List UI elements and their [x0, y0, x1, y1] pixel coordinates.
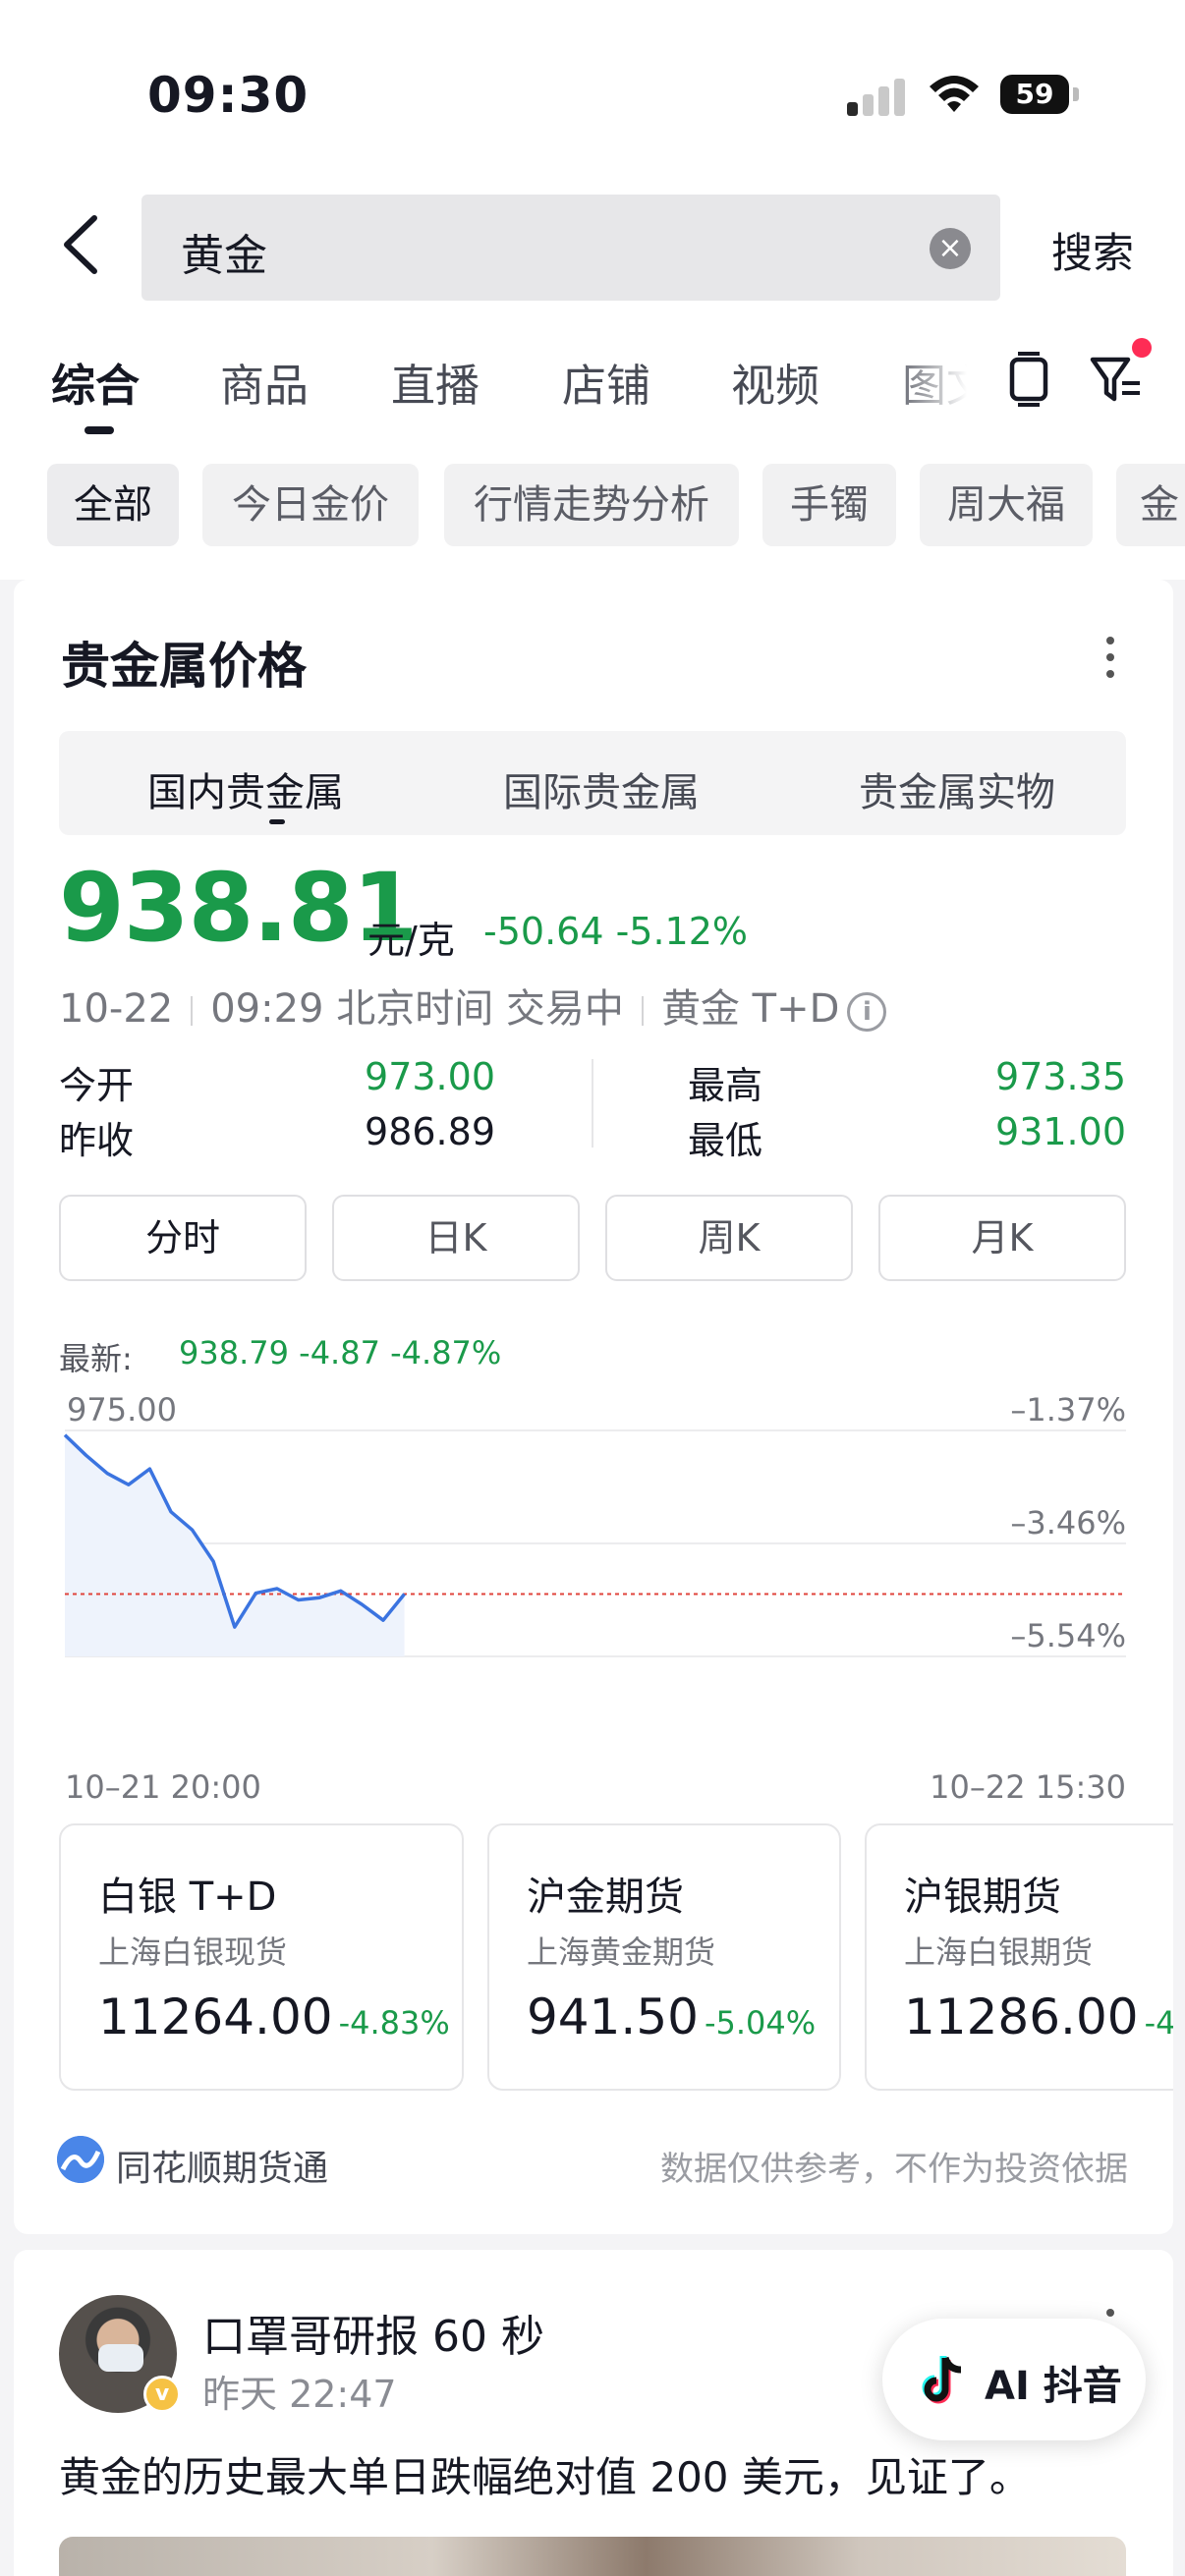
y-tick-left: 975.00	[67, 1391, 177, 1428]
price-change: -50.64 -5.12%	[483, 910, 749, 953]
related-card-gold-futures[interactable]: 沪金期货 上海黄金期货 941.50 -5.04%	[487, 1823, 841, 2091]
tab-live[interactable]: 直播	[391, 350, 480, 414]
metal-segment-control: 国内贵金属 国际贵金属 贵金属实物	[59, 731, 1126, 835]
related-card-silver-futures[interactable]: 沪银期货 上海白银期货 11286.00-4.8	[865, 1823, 1173, 2091]
related-price: 11286.00	[904, 1988, 1139, 2045]
douyin-logo-icon	[922, 2356, 962, 2404]
status-time: 09:30	[147, 67, 310, 124]
back-arrow-icon[interactable]	[57, 214, 106, 275]
segment-domestic[interactable]: 国内贵金属	[147, 760, 344, 817]
related-price-line: 11286.00-4.8	[904, 1988, 1173, 2045]
y-tick-right: –1.37%	[1010, 1391, 1126, 1428]
post-author[interactable]: 口罩哥研报 60 秒	[202, 2301, 544, 2364]
post-text[interactable]: 黄金的历史最大单日跌幅绝对值 200 美元，见证了。	[59, 2444, 1031, 2504]
search-query[interactable]: 黄金	[181, 220, 267, 283]
active-tab-indicator	[85, 426, 114, 434]
search-input[interactable]: 黄金 ×	[141, 195, 1000, 301]
filter-notification-dot	[1132, 338, 1152, 358]
price-unit: 元/克	[367, 919, 455, 962]
chip-gold[interactable]: 金	[1116, 464, 1185, 546]
filter-icon[interactable]	[1089, 352, 1144, 407]
chip-all[interactable]: 全部	[47, 464, 179, 546]
tab-comprehensive[interactable]: 综合	[51, 350, 140, 414]
high-value: 973.35	[995, 1055, 1126, 1098]
related-sub: 上海白银现货	[98, 1933, 288, 1971]
low-value: 931.00	[995, 1110, 1126, 1153]
info-icon[interactable]: i	[847, 992, 887, 1032]
ai-douyin-button[interactable]: AI 抖音	[882, 2319, 1146, 2440]
tab-shops[interactable]: 店铺	[562, 350, 650, 414]
period-monthly-k-button[interactable]: 月K	[878, 1195, 1126, 1281]
prev-close-label: 昨收	[59, 1119, 135, 1162]
ai-douyin-label: AI 抖音	[985, 2364, 1122, 2409]
y-tick-right: –3.46%	[1010, 1504, 1126, 1541]
avatar-mask	[98, 2344, 143, 2372]
data-source-name[interactable]: 同花顺期货通	[116, 2140, 328, 2191]
battery-icon: 59	[1000, 75, 1069, 114]
prev-close-value: 986.89	[365, 1110, 495, 1153]
card-title: 贵金属价格	[61, 638, 307, 695]
search-header: 黄金 × 搜索	[0, 187, 1185, 308]
related-name: 白银 T+D	[98, 1875, 277, 1920]
tab-fade	[884, 328, 1002, 417]
related-sub: 上海黄金期货	[527, 1933, 716, 1971]
category-tabs: 综合 商品 直播 店铺 视频 图文	[0, 308, 1185, 442]
related-price-line: 11264.00 -4.83%	[98, 1988, 450, 2045]
related-name: 沪金期货	[527, 1875, 684, 1920]
related-pct: -4.83%	[338, 2004, 450, 2042]
post-thumbnail[interactable]	[59, 2537, 1126, 2576]
chip-bracelet[interactable]: 手镯	[762, 464, 896, 546]
x-tick-start: 10–21 20:00	[65, 1768, 261, 1806]
chip-today-price[interactable]: 今日金价	[202, 464, 419, 546]
intraday-chart[interactable]: 975.00–1.37%950.00–3.46%925.00–5.54%	[14, 1385, 1173, 1680]
more-options-icon[interactable]	[1106, 637, 1116, 686]
period-daily-k-button[interactable]: 日K	[332, 1195, 580, 1281]
period-weekly-k-button[interactable]: 周K	[605, 1195, 853, 1281]
current-price: 938.81	[59, 853, 418, 963]
related-pct: -5.04%	[704, 2004, 817, 2042]
filter-chips: 全部 今日金价 行情走势分析 手镯 周大福 金	[0, 442, 1185, 580]
related-name: 沪银期货	[904, 1875, 1061, 1920]
related-price: 941.50	[527, 1988, 699, 2045]
ths-logo-icon	[57, 2136, 104, 2183]
low-label: 最低	[688, 1119, 763, 1162]
latest-value: 938.79 -4.87 -4.87%	[179, 1334, 502, 1372]
segment-international[interactable]: 国际贵金属	[503, 760, 700, 817]
tablet-view-icon[interactable]	[1004, 352, 1053, 407]
y-tick-right: –5.54%	[1010, 1617, 1126, 1654]
cellular-signal-icon	[847, 77, 908, 116]
instrument-name: 黄金 T+D	[660, 986, 840, 1032]
stats-divider	[592, 1059, 593, 1148]
segment-indicator	[269, 819, 285, 824]
verified-badge-icon: v	[143, 2376, 181, 2413]
open-label: 今开	[59, 1064, 135, 1107]
high-label: 最高	[688, 1064, 763, 1107]
quote-date: 10-22	[59, 986, 174, 1032]
tab-products[interactable]: 商品	[220, 350, 309, 414]
open-value: 973.00	[365, 1055, 495, 1098]
related-pct: -4.8	[1144, 2004, 1173, 2042]
related-sub: 上海白银期货	[904, 1933, 1094, 1971]
post-time: 昨天 22:47	[202, 2373, 397, 2416]
battery-tip	[1073, 87, 1079, 101]
related-card-silver-td[interactable]: 白银 T+D 上海白银现货 11264.00 -4.83%	[59, 1823, 464, 2091]
quote-time-status: 09:29 北京时间 交易中	[210, 986, 624, 1032]
chip-trend-analysis[interactable]: 行情走势分析	[444, 464, 739, 546]
segment-physical[interactable]: 贵金属实物	[859, 760, 1055, 817]
chip-chow-tai-fook[interactable]: 周大福	[920, 464, 1093, 546]
latest-label: 最新:	[59, 1340, 133, 1377]
clear-search-icon[interactable]: ×	[930, 228, 971, 269]
period-intraday-button[interactable]: 分时	[59, 1195, 307, 1281]
x-tick-end: 10–22 15:30	[930, 1768, 1126, 1806]
precious-metal-card: 贵金属价格 国内贵金属 国际贵金属 贵金属实物 938.81 元/克 -50.6…	[14, 580, 1173, 2234]
related-price-line: 941.50 -5.04%	[527, 1988, 816, 2045]
tab-videos[interactable]: 视频	[731, 350, 819, 414]
search-button[interactable]: 搜索	[1051, 220, 1134, 280]
status-bar: 09:30 59	[0, 0, 1185, 187]
data-disclaimer: 数据仅供参考，不作为投资依据	[660, 2150, 1128, 2189]
related-price: 11264.00	[98, 1988, 333, 2045]
price-meta: 10-22 09:29 北京时间 交易中 黄金 T+D i	[59, 977, 887, 1034]
wifi-icon	[930, 76, 979, 112]
